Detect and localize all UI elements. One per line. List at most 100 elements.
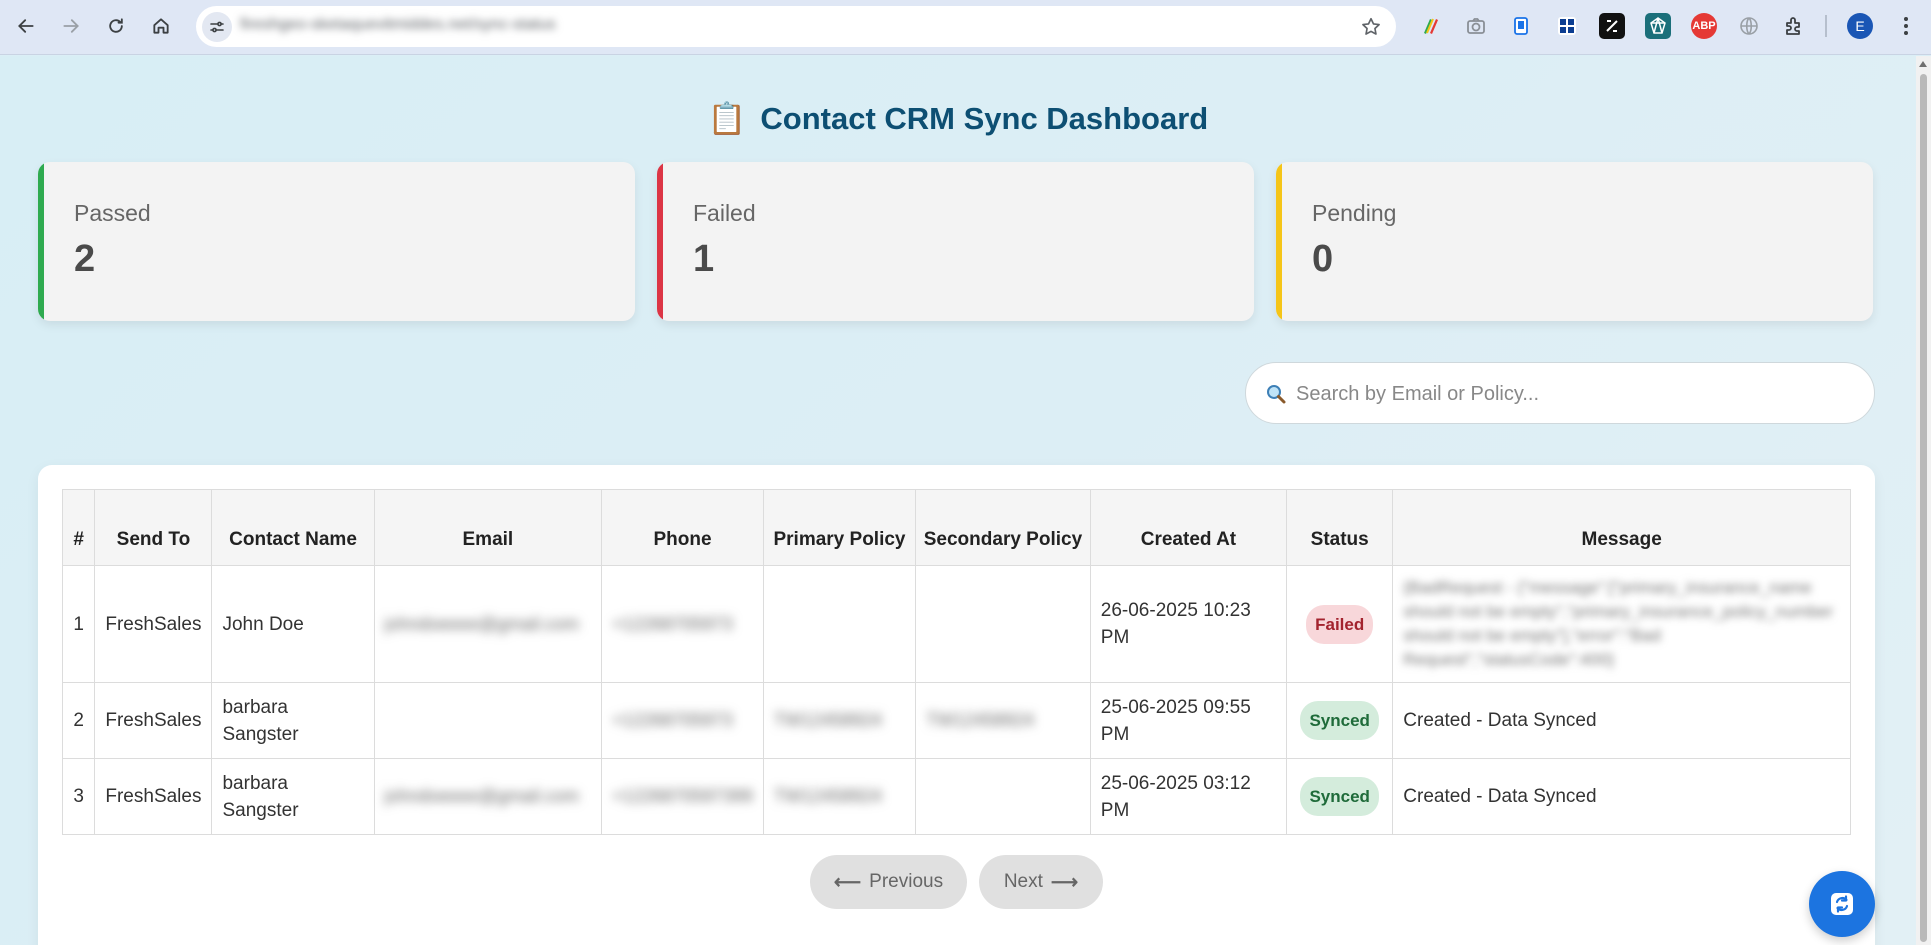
col-header-message: Message <box>1392 489 1851 566</box>
stat-card-failed-accent <box>657 162 663 321</box>
refresh-sync-button[interactable] <box>1809 871 1875 937</box>
status-badge: Failed <box>1306 604 1374 644</box>
cell-phone: +12268705973 <box>601 565 764 683</box>
dashboard-page: 📋 Contact CRM Sync Dashboard Passed 2 Fai… <box>0 56 1916 945</box>
status-badge: Synced <box>1300 777 1379 816</box>
toolbar-separator <box>1825 15 1827 37</box>
adblock-label: ABP <box>1692 20 1716 32</box>
globe-extension-icon[interactable] <box>1736 13 1762 39</box>
status-badge: Synced <box>1300 701 1379 740</box>
cell-contact-name: John Doe <box>211 565 375 683</box>
home-icon[interactable] <box>145 10 177 42</box>
profile-avatar[interactable]: E <box>1847 13 1873 39</box>
clipboard-icon: 📋 <box>707 101 747 136</box>
col-header-phone: Phone <box>601 489 764 566</box>
cell-primary-policy: TW12458924 <box>762 682 917 759</box>
previous-page-label: Previous <box>869 871 944 892</box>
cell-created-at: 25-06-2025 03:12 PM <box>1089 758 1288 835</box>
scrollbar-thumb[interactable] <box>1920 74 1927 942</box>
stat-card-passed-accent <box>38 162 44 321</box>
cell-email: johndoeeee@gmail.com <box>373 565 603 683</box>
stat-card-pending-accent <box>1276 162 1282 321</box>
stat-value-pending: 0 <box>1312 238 1334 280</box>
page-scrollbar[interactable] <box>1916 56 1931 945</box>
stat-label-passed: Passed <box>74 200 151 226</box>
cell-contact-name: barbara Sangster <box>211 682 375 759</box>
search-box <box>1245 362 1875 424</box>
grid-extension-icon[interactable] <box>1554 13 1580 39</box>
table-row[interactable]: 2 FreshSales barbara Sangster +122687059… <box>61 682 1851 759</box>
cell-index: 3 <box>61 758 96 835</box>
clipboard-extension-icon[interactable] <box>1508 13 1534 39</box>
primary-policy-value: TW12458924 <box>773 786 882 806</box>
bookmark-star-icon[interactable] <box>1360 16 1382 38</box>
cell-secondary-policy: TW12458924 <box>915 682 1091 759</box>
next-page-button[interactable]: Next ⟶ <box>979 855 1103 909</box>
address-bar[interactable]: fireshgeo-sketaquevitmiddes.net/sync-sta… <box>196 6 1396 47</box>
cell-email: johndoeeee@gmail.com <box>373 758 603 835</box>
phone-value: +12268705973 <box>612 613 733 634</box>
cell-contact-name: barbara Sangster <box>211 758 375 835</box>
search-input[interactable] <box>1296 375 1856 413</box>
col-header-contact-name: Contact Name <box>211 489 375 566</box>
browser-menu-icon[interactable] <box>1893 13 1919 39</box>
cell-created-at: 25-06-2025 09:55 PM <box>1089 682 1288 759</box>
cell-status: Synced <box>1286 758 1394 835</box>
cell-phone: +12268705973 <box>601 682 764 759</box>
primary-policy-value: TW12458924 <box>773 710 882 730</box>
table-header-row: # Send To Contact Name Email Phone Prima… <box>61 489 1851 566</box>
phone-value: +12268705973 <box>612 710 733 730</box>
cell-secondary-policy <box>915 565 1091 683</box>
table-row[interactable]: 3 FreshSales barbara Sangster johndoeeee… <box>61 758 1851 835</box>
cell-message: Created - Data Synced <box>1392 758 1851 835</box>
arrow-left-icon: ⟵ <box>833 871 862 893</box>
back-arrow-icon[interactable] <box>10 10 42 42</box>
cell-status: Synced <box>1286 682 1394 759</box>
col-header-primary-policy: Primary Policy <box>762 489 917 566</box>
previous-page-button[interactable]: ⟵ Previous <box>810 855 967 909</box>
crystal-extension-icon[interactable] <box>1645 13 1671 39</box>
email-value: johndoeeee@gmail.com <box>384 786 579 806</box>
secondary-policy-value: TW12458924 <box>926 710 1035 730</box>
site-info-icon[interactable] <box>202 12 232 42</box>
sync-icon <box>1831 893 1853 915</box>
sync-table: # Send To Contact Name Email Phone Prima… <box>61 489 1851 835</box>
cell-primary-policy: TW12458924 <box>762 758 917 835</box>
stat-value-failed: 1 <box>693 238 715 280</box>
cell-primary-policy <box>762 565 917 683</box>
terminal-extension-icon[interactable] <box>1599 13 1625 39</box>
stat-card-failed: Failed 1 <box>657 162 1254 321</box>
search-icon <box>1267 385 1286 404</box>
cell-message: {BadRequest - {"message":["primary_insur… <box>1392 565 1851 683</box>
color-picker-extension-icon[interactable] <box>1418 13 1444 39</box>
col-header-status: Status <box>1286 489 1394 566</box>
phone-value: +1226870597399 <box>612 786 753 806</box>
email-value: johndoeeee@gmail.com <box>384 613 579 634</box>
extensions-puzzle-icon[interactable] <box>1781 13 1807 39</box>
browser-toolbar: fireshgeo-sketaquevitmiddes.net/sync-sta… <box>0 0 1931 55</box>
table-row[interactable]: 1 FreshSales John Doe johndoeeee@gmail.c… <box>61 565 1851 683</box>
url-text: fireshgeo-sketaquevitmiddes.net/sync-sta… <box>240 16 556 33</box>
stat-label-pending: Pending <box>1312 200 1397 226</box>
camera-extension-icon[interactable] <box>1463 13 1489 39</box>
next-page-label: Next <box>1003 871 1043 892</box>
cell-send-to: FreshSales <box>94 758 213 835</box>
col-header-email: Email <box>373 489 603 566</box>
scroll-up-arrow[interactable] <box>1919 61 1927 67</box>
cell-status: Failed <box>1286 565 1394 683</box>
stat-value-passed: 2 <box>74 238 96 280</box>
stat-card-pending: Pending 0 <box>1276 162 1873 321</box>
adblock-extension-icon[interactable]: ABP <box>1691 13 1717 39</box>
col-header-created-at: Created At <box>1089 489 1288 566</box>
cell-index: 2 <box>61 682 96 759</box>
reload-icon[interactable] <box>100 10 132 42</box>
forward-arrow-icon[interactable] <box>55 10 87 42</box>
cell-message: Created - Data Synced <box>1392 682 1851 759</box>
message-value: {BadRequest - {"message":["primary_insur… <box>1403 578 1834 669</box>
stat-card-passed: Passed 2 <box>38 162 635 321</box>
col-header-secondary-policy: Secondary Policy <box>915 489 1091 566</box>
col-header-send-to: Send To <box>94 489 213 566</box>
cell-secondary-policy <box>915 758 1091 835</box>
cell-send-to: FreshSales <box>94 682 213 759</box>
cell-index: 1 <box>61 565 96 683</box>
